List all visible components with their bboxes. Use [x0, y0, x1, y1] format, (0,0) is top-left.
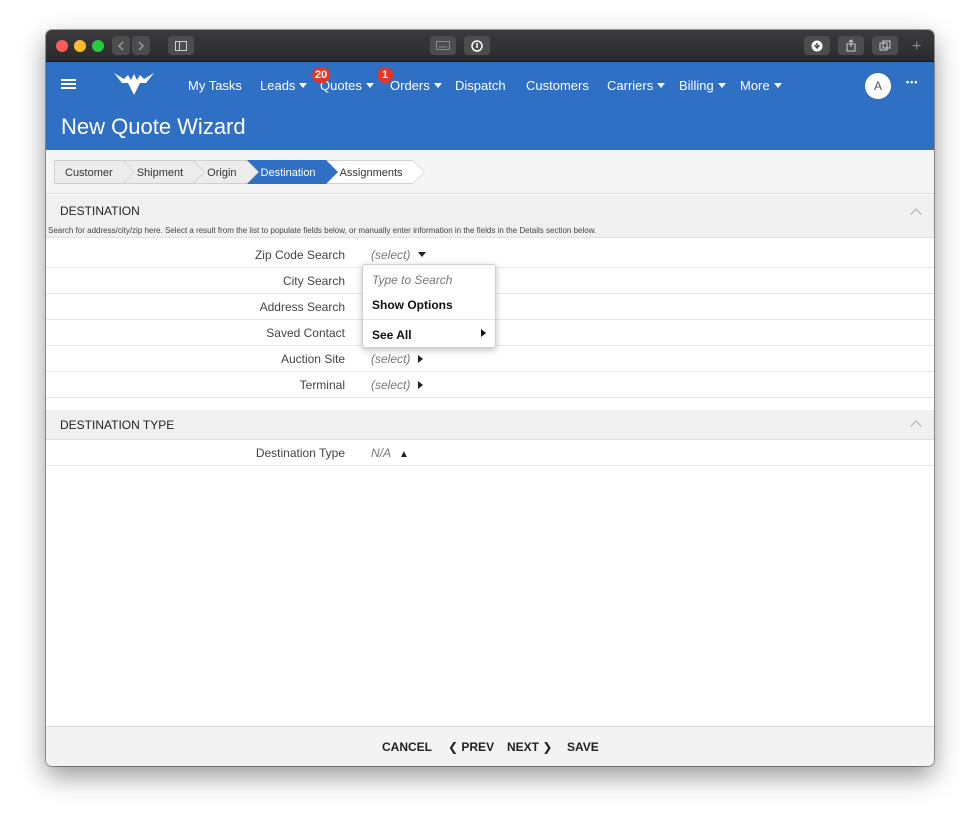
- field-label: Address Search: [259, 300, 345, 314]
- close-window-button[interactable]: [56, 40, 68, 52]
- caret-down-icon: [365, 83, 374, 88]
- wizard-footer: CANCEL ❮ PREV NEXT ❯ SAVE: [46, 726, 934, 766]
- nav-orders-label: Orders: [390, 78, 430, 93]
- auction-site-select[interactable]: (select): [371, 352, 424, 366]
- browser-titlebar: +: [46, 30, 934, 62]
- download-icon: [811, 40, 823, 51]
- select-value: N/A: [371, 446, 392, 460]
- nav-more[interactable]: More: [740, 78, 782, 93]
- see-all-item[interactable]: See All: [372, 328, 412, 342]
- dropdown-search-input[interactable]: Type to Search: [372, 273, 452, 287]
- caret-down-icon: [717, 83, 726, 88]
- select-value: (select): [371, 378, 411, 392]
- tabs-icon: [879, 40, 891, 51]
- forward-button[interactable]: [132, 36, 150, 55]
- nav-quotes[interactable]: Quotes: [320, 78, 374, 93]
- more-options-icon[interactable]: •••: [906, 77, 918, 87]
- nav-leads[interactable]: Leads: [260, 78, 308, 93]
- show-options-item[interactable]: Show Options: [372, 298, 453, 312]
- caret-down-icon: [773, 83, 782, 88]
- nav-orders[interactable]: Orders: [390, 78, 442, 93]
- nav-billing[interactable]: Billing: [679, 78, 726, 93]
- reader-button[interactable]: [430, 36, 456, 55]
- destination-type-section-header[interactable]: DESTINATION TYPE: [46, 410, 934, 440]
- nav-carriers[interactable]: Carriers: [607, 78, 666, 93]
- nav-customers[interactable]: Customers: [526, 78, 589, 93]
- caret-right-icon: [418, 381, 424, 389]
- breadcrumb: Customer Shipment Origin Destination Ass…: [54, 160, 425, 184]
- tabs-overview-button[interactable]: [872, 36, 898, 55]
- zip-code-search-select[interactable]: (select): [371, 248, 427, 262]
- nav-carriers-label: Carriers: [607, 78, 654, 93]
- password-icon: [471, 39, 483, 52]
- menu-divider: [363, 319, 495, 320]
- step-assignments[interactable]: Assignments: [325, 160, 425, 184]
- select-value: (select): [371, 352, 411, 366]
- sidebar-toggle-button[interactable]: [168, 36, 194, 55]
- nav-leads-label: Leads: [260, 78, 296, 93]
- password-manager-button[interactable]: [464, 36, 490, 55]
- next-button[interactable]: NEXT ❯: [507, 740, 552, 754]
- section-title: DESTINATION TYPE: [60, 418, 175, 432]
- destination-type-select[interactable]: N/A ▲︎: [371, 446, 409, 460]
- minimize-window-button[interactable]: [74, 40, 86, 52]
- quotes-count-badge: 20: [312, 67, 331, 83]
- field-label: City Search: [282, 274, 345, 288]
- sidebar-icon: [175, 40, 187, 51]
- zip-code-dropdown-menu: Type to Search Show Options See All: [362, 264, 496, 348]
- save-button[interactable]: SAVE: [567, 740, 599, 754]
- chevron-up-icon[interactable]: [910, 420, 922, 432]
- keyboard-icon: [436, 41, 450, 50]
- cancel-button[interactable]: CANCEL: [382, 740, 432, 754]
- field-label: Zip Code Search: [254, 248, 345, 262]
- caret-down-icon: [657, 83, 666, 88]
- wizard-steps-bar: Customer Shipment Origin Destination Ass…: [46, 150, 934, 194]
- new-tab-icon[interactable]: +: [912, 38, 921, 56]
- field-label: Auction Site: [280, 352, 345, 366]
- field-label: Terminal: [299, 378, 345, 392]
- chevron-left-icon: [117, 40, 124, 51]
- sort-updown-icon: ▲︎: [399, 449, 409, 460]
- chevron-right-icon: [138, 40, 145, 51]
- field-label: Saved Contact: [266, 326, 345, 340]
- nav-my-tasks[interactable]: My Tasks: [188, 78, 242, 93]
- downloads-button[interactable]: [804, 36, 830, 55]
- section-title: DESTINATION: [60, 204, 140, 218]
- auction-site-row: Auction Site (select): [46, 346, 934, 372]
- brand-logo: [114, 73, 154, 95]
- section-description: Search for address/city/zip here. Select…: [48, 226, 597, 235]
- page-title: New Quote Wizard: [61, 114, 246, 139]
- caret-down-icon: [418, 252, 427, 257]
- caret-down-icon: [299, 83, 308, 88]
- share-icon: [846, 39, 856, 52]
- destination-section-header[interactable]: DESTINATION Search for address/city/zip …: [46, 195, 934, 238]
- nav-dispatch[interactable]: Dispatch: [455, 78, 506, 93]
- avatar[interactable]: A: [865, 73, 891, 99]
- destination-type-row: Destination Type N/A ▲︎: [46, 440, 934, 466]
- browser-window: + My Tasks Leads Quotes 20 Orders 1 Disp…: [46, 30, 934, 766]
- caret-right-icon: [481, 329, 486, 337]
- terminal-row: Terminal (select): [46, 372, 934, 398]
- share-button[interactable]: [838, 36, 864, 55]
- field-label: Destination Type: [255, 446, 345, 460]
- menu-icon[interactable]: [61, 79, 76, 90]
- step-customer[interactable]: Customer: [54, 160, 135, 184]
- chevron-up-icon[interactable]: [910, 208, 922, 220]
- select-value: (select): [371, 248, 411, 262]
- orders-count-badge: 1: [377, 67, 393, 83]
- prev-button[interactable]: ❮ PREV: [448, 740, 494, 754]
- caret-down-icon: [433, 83, 442, 88]
- back-button[interactable]: [112, 36, 130, 55]
- nav-billing-label: Billing: [679, 78, 714, 93]
- zoom-window-button[interactable]: [92, 40, 104, 52]
- caret-right-icon: [418, 355, 424, 363]
- terminal-select[interactable]: (select): [371, 378, 424, 392]
- nav-more-label: More: [740, 78, 770, 93]
- app-header: My Tasks Leads Quotes 20 Orders 1 Dispat…: [46, 62, 934, 150]
